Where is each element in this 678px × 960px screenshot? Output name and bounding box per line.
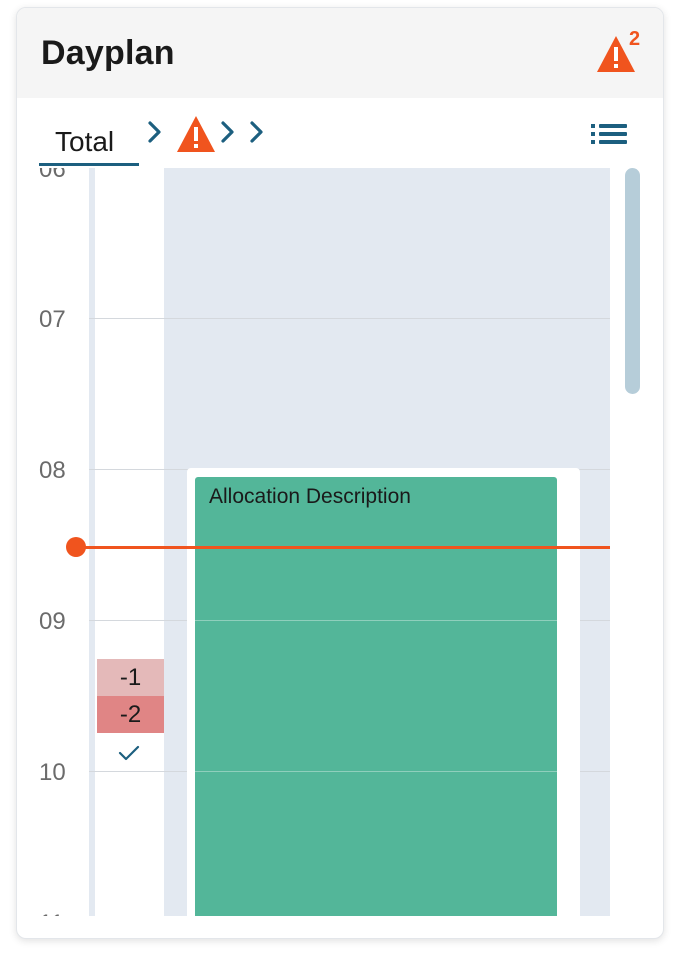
tab-total-label: Total bbox=[55, 126, 115, 157]
chevron-right-icon[interactable] bbox=[145, 120, 165, 144]
tab-total[interactable]: Total bbox=[39, 108, 139, 166]
chevron-right-icon[interactable] bbox=[247, 120, 267, 144]
current-time-dot bbox=[66, 537, 86, 557]
status-badge[interactable]: -1 bbox=[97, 659, 164, 696]
hour-label: 10 bbox=[39, 759, 66, 786]
allocation-block[interactable]: Allocation Description bbox=[195, 477, 557, 916]
hour-label: 08 bbox=[39, 457, 66, 484]
hour-gridline bbox=[195, 771, 557, 772]
warning-triangle-icon[interactable] bbox=[175, 114, 217, 154]
check-icon bbox=[118, 745, 140, 761]
hour-gridline bbox=[195, 620, 557, 621]
hour-label: 09 bbox=[39, 608, 66, 635]
current-time-line bbox=[77, 546, 610, 549]
hour-label: 06 bbox=[39, 168, 66, 183]
status-badge[interactable]: -2 bbox=[97, 696, 164, 733]
schedule-area[interactable]: 06 07 08 09 10 11 Allocation Description… bbox=[17, 168, 663, 916]
hour-gridline bbox=[89, 318, 610, 319]
scrollbar[interactable] bbox=[625, 168, 640, 394]
tab-bar: Total bbox=[17, 98, 663, 168]
hour-label: 11 bbox=[39, 910, 64, 916]
alert-count-badge: 2 bbox=[629, 28, 641, 50]
dayplan-card: Dayplan 2 Total 06 07 08 09 10 Allocatio… bbox=[16, 7, 664, 939]
hour-label: 07 bbox=[39, 306, 66, 333]
list-icon[interactable] bbox=[591, 123, 627, 145]
allocation-label: Allocation Description bbox=[209, 485, 411, 508]
chevron-right-icon[interactable] bbox=[218, 120, 238, 144]
timeline-bar bbox=[89, 168, 95, 916]
card-header: Dayplan 2 bbox=[17, 8, 663, 98]
page-title: Dayplan bbox=[41, 34, 175, 72]
